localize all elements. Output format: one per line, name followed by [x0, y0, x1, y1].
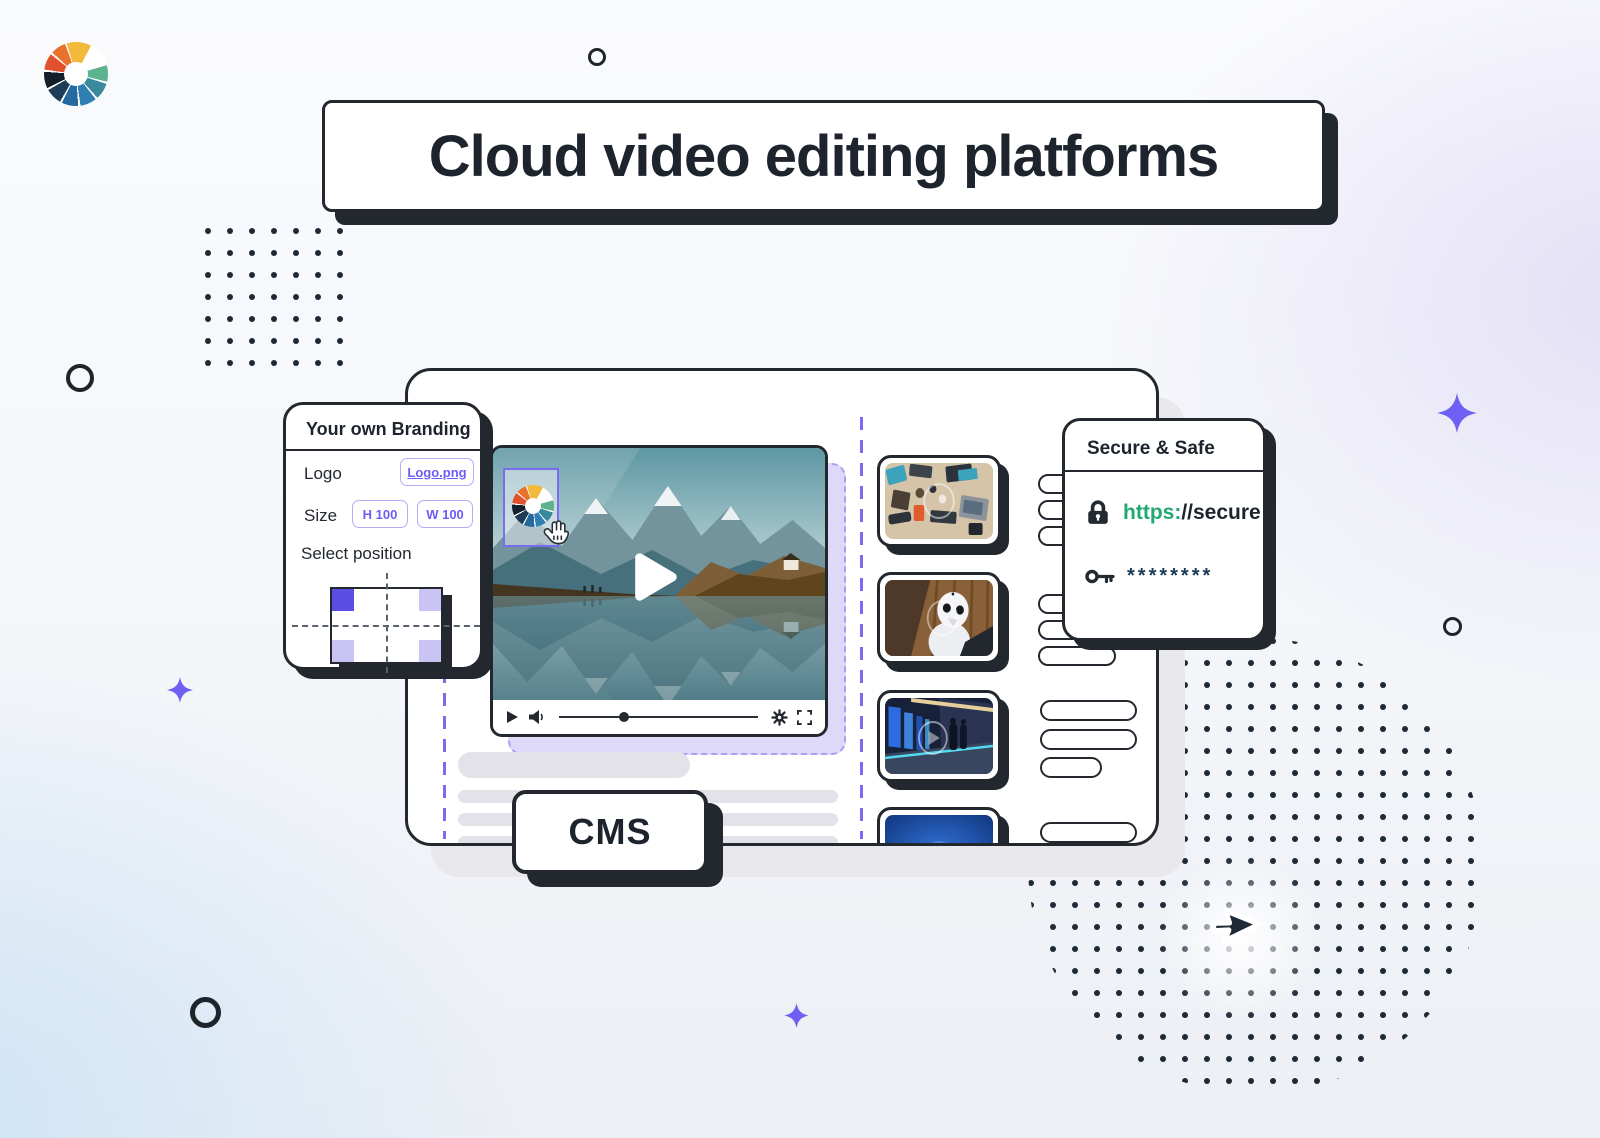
cms-badge: CMS: [512, 790, 708, 874]
branding-panel: Your own Branding Logo Logo.png Size H 1…: [283, 402, 483, 670]
position-cell-top-right[interactable]: [419, 589, 441, 611]
mouse-cursor-icon: [1200, 892, 1280, 972]
page-title: Cloud video editing platforms: [429, 123, 1218, 190]
volume-icon[interactable]: [528, 709, 546, 725]
thumbnail-image: [885, 815, 993, 846]
skeleton-pill: [1038, 646, 1116, 666]
position-cell-bottom-left[interactable]: [332, 640, 354, 662]
title-card: Cloud video editing platforms: [322, 100, 1325, 212]
sparkle-icon: [1437, 393, 1477, 433]
decor-circle-left: [66, 364, 94, 392]
video-controls-bar: [493, 700, 825, 734]
logo-drag-selection[interactable]: [503, 468, 559, 547]
key-icon: [1085, 568, 1115, 585]
secure-url-row: https://secure: [1085, 499, 1261, 527]
password-mask: ********: [1127, 565, 1213, 588]
cms-window: [405, 368, 1159, 846]
divider: [286, 449, 480, 451]
skeleton-heading-bar: [458, 752, 690, 778]
skeleton-pill: [1040, 700, 1137, 721]
skeleton-pill: [1040, 729, 1137, 750]
video-player[interactable]: [490, 445, 828, 737]
thumbnail-corridor[interactable]: [877, 690, 1001, 782]
crosshair-vertical: [386, 573, 388, 673]
grab-hand-cursor-icon: [539, 517, 573, 551]
url-scheme: https:: [1123, 501, 1181, 524]
url-path: //secure: [1181, 501, 1260, 524]
dot-grid-small: [205, 228, 365, 388]
thumbnail-office-desks[interactable]: [877, 455, 1001, 547]
thumbnail-image: [885, 698, 993, 774]
logo-label: Logo: [304, 464, 342, 484]
position-picker: [286, 565, 486, 673]
fullscreen-icon[interactable]: [797, 710, 812, 725]
width-field[interactable]: W 100: [417, 500, 473, 528]
position-cell-bottom-right[interactable]: [419, 640, 441, 662]
thumbnail-blue-video[interactable]: [877, 807, 1001, 846]
progress-bar[interactable]: [559, 716, 758, 718]
lock-icon: [1085, 499, 1111, 527]
sparkle-icon: [784, 1003, 809, 1028]
secure-safe-panel: Secure & Safe https://secure ********: [1062, 418, 1266, 641]
layout-guide-right: [860, 417, 863, 839]
decor-circle-bottom-left: [190, 997, 221, 1028]
secure-panel-title: Secure & Safe: [1087, 438, 1215, 460]
cms-label: CMS: [569, 811, 652, 853]
crosshair-horizontal: [292, 625, 480, 627]
play-button[interactable]: [626, 548, 684, 606]
play-icon[interactable]: [506, 710, 519, 724]
sparkle-icon: [167, 677, 193, 703]
decor-circle-top: [588, 48, 606, 66]
skeleton-pill: [1040, 757, 1102, 778]
height-field[interactable]: H 100: [352, 500, 408, 528]
brand-colorwheel-logo: [44, 42, 108, 106]
select-position-label: Select position: [301, 544, 412, 564]
thumbnail-robot[interactable]: [877, 572, 1001, 664]
progress-knob[interactable]: [619, 712, 629, 722]
secure-password-row: ********: [1085, 565, 1213, 588]
size-label: Size: [304, 506, 337, 526]
settings-gear-icon[interactable]: [771, 709, 788, 726]
decor-circle-right: [1443, 617, 1462, 636]
logo-file-button[interactable]: Logo.png: [400, 458, 474, 486]
skeleton-pill: [1040, 822, 1137, 843]
thumbnail-image: [885, 463, 993, 539]
position-cell-top-left[interactable]: [332, 589, 354, 611]
divider: [1065, 470, 1263, 472]
thumbnail-image: [885, 580, 993, 656]
infographic-canvas: Cloud video editing platforms: [0, 0, 1600, 1138]
branding-panel-title: Your own Branding: [306, 419, 471, 440]
